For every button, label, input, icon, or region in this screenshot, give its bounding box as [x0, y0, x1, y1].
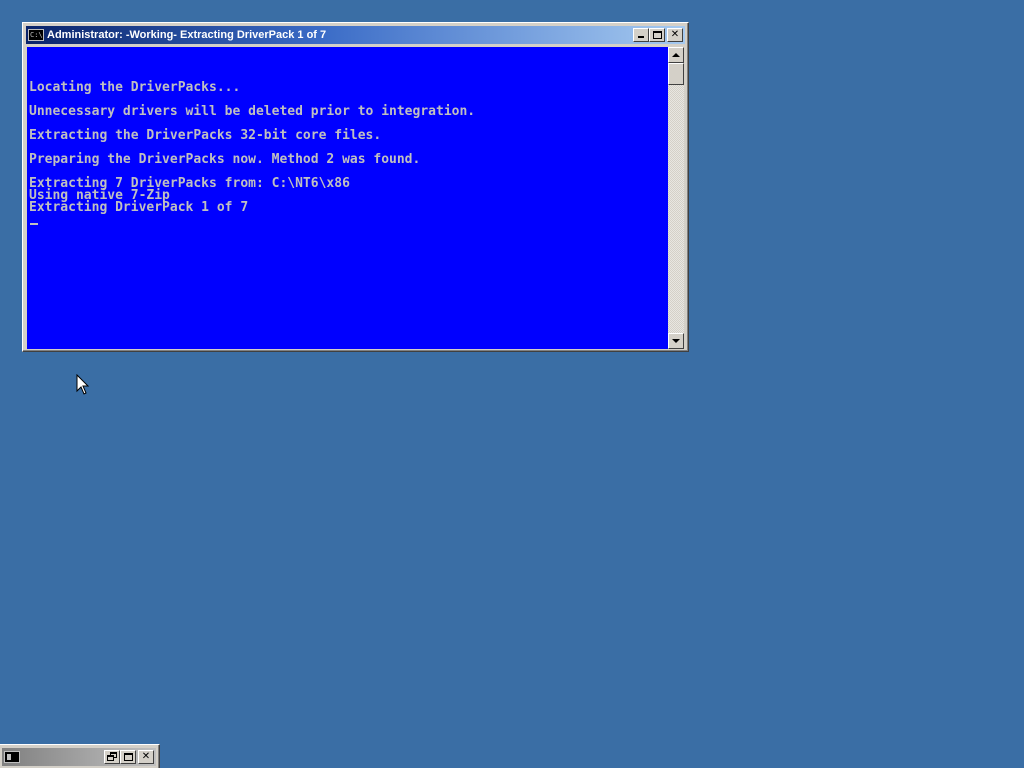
console-line: Extracting the DriverPacks 32-bit core f… [29, 128, 382, 143]
arrow-down-icon [672, 339, 680, 343]
close-button[interactable]: ✕ [138, 750, 154, 764]
minimized-titlebar[interactable]: ✕ [2, 748, 156, 766]
scroll-down-button[interactable] [668, 333, 684, 349]
text-cursor [30, 223, 38, 225]
maximize-button[interactable] [120, 750, 136, 764]
console-line: Extracting DriverPack 1 of 7 [29, 200, 249, 215]
maximize-icon [124, 753, 133, 761]
minimize-button[interactable] [633, 28, 649, 42]
mouse-pointer-icon [76, 374, 90, 395]
console-lines: Locating the DriverPacks... Unnecessary … [29, 80, 476, 215]
console-icon[interactable] [4, 751, 20, 763]
console-line: Unnecessary drivers will be deleted prio… [29, 104, 476, 119]
arrow-up-icon [672, 53, 680, 57]
console-window[interactable]: C:\ Administrator: -Working- Extracting … [22, 22, 689, 352]
restore-button[interactable] [104, 750, 120, 764]
console-line: Preparing the DriverPacks now. Method 2 … [29, 152, 421, 167]
window-title: Administrator: -Working- Extracting Driv… [47, 29, 327, 41]
restore-icon [107, 755, 114, 761]
close-icon: ✕ [670, 29, 680, 40]
close-button[interactable]: ✕ [667, 28, 683, 42]
vertical-scrollbar[interactable] [668, 47, 684, 349]
close-icon: ✕ [141, 751, 151, 762]
console-icon[interactable]: C:\ [28, 29, 44, 41]
minimize-icon [638, 36, 644, 38]
window-titlebar[interactable]: C:\ Administrator: -Working- Extracting … [26, 26, 685, 44]
caption-buttons: ✕ [633, 28, 683, 42]
scroll-up-button[interactable] [668, 47, 684, 63]
minimized-window[interactable]: ✕ [0, 744, 160, 768]
scrollbar-thumb[interactable] [668, 63, 684, 85]
console-line: Locating the DriverPacks... [29, 80, 241, 95]
maximize-button[interactable] [649, 28, 665, 42]
console-output[interactable]: Locating the DriverPacks... Unnecessary … [27, 47, 668, 349]
minimized-caption-buttons: ✕ [104, 750, 154, 764]
maximize-icon [653, 31, 662, 39]
